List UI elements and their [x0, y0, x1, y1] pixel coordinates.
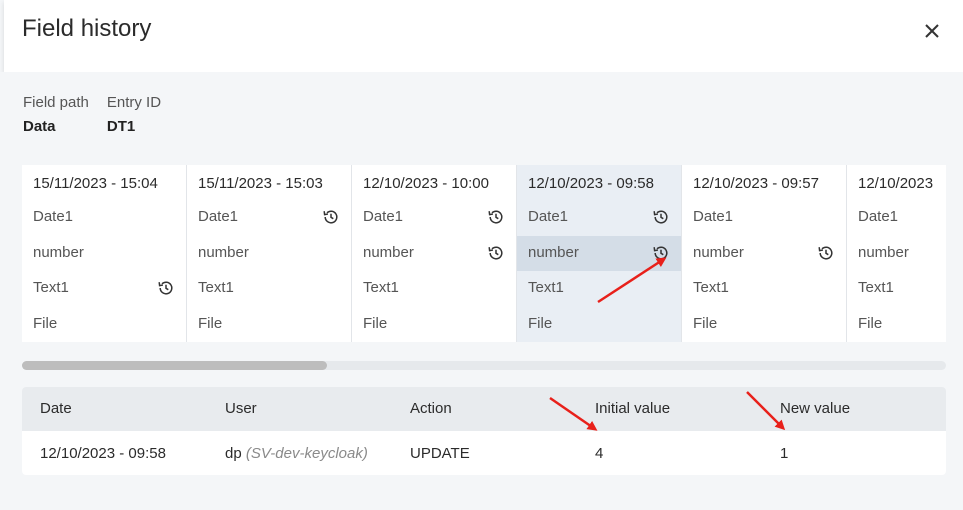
- header-initial-value: Initial value: [595, 400, 671, 417]
- cell-user: dp (SV-dev-keycloak): [225, 445, 368, 462]
- history-timestamp: 15/11/2023 - 15:04: [33, 175, 158, 192]
- history-column[interactable]: 12/10/2023 - 09:58 Date1 number Text1 File: [517, 165, 682, 342]
- entry-id-value: DT1: [106, 118, 136, 135]
- history-field-date1[interactable]: Date1: [517, 200, 681, 235]
- history-field-file[interactable]: File: [847, 307, 946, 342]
- history-icon[interactable]: [652, 208, 670, 226]
- field-name: number: [858, 243, 909, 261]
- header-date: Date: [40, 400, 72, 417]
- entry-id: Entry ID DT1: [107, 94, 161, 135]
- field-name: Text1: [198, 279, 234, 296]
- field-name: Text1: [858, 279, 894, 296]
- cell-action: UPDATE: [410, 445, 470, 462]
- history-icon[interactable]: [487, 208, 505, 226]
- user-system: (SV-dev-keycloak): [245, 445, 368, 462]
- header-new-value: New value: [780, 400, 851, 417]
- history-column[interactable]: 12/10/2023 - 09:57 Date1 number Text1 File: [682, 165, 847, 342]
- cell-new-value: 1: [780, 445, 789, 462]
- change-table: Date User Action Initial value New value…: [22, 387, 946, 475]
- history-field-number[interactable]: number: [187, 236, 351, 271]
- history-field-number[interactable]: number: [352, 236, 516, 271]
- header-action: Action: [410, 400, 452, 417]
- history-timestamp: 12/10/2023 - 09:58: [528, 175, 654, 192]
- history-field-text1[interactable]: Text1: [187, 271, 351, 306]
- header-user: User: [225, 400, 257, 417]
- history-field-text1[interactable]: Text1: [22, 271, 186, 306]
- close-icon[interactable]: [917, 16, 947, 46]
- field-name: File: [33, 314, 58, 332]
- history-column[interactable]: 15/11/2023 - 15:04 Date1 number Text1 File: [22, 165, 187, 342]
- history-field-date1[interactable]: Date1: [352, 200, 516, 235]
- user-name: dp: [225, 445, 242, 462]
- history-column[interactable]: 12/10/2023 Date1 number Text1 File: [847, 165, 946, 342]
- history-icon[interactable]: [157, 279, 175, 297]
- history-field-text1[interactable]: Text1: [352, 271, 516, 306]
- cell-date: 12/10/2023 - 09:58: [40, 445, 166, 462]
- entry-meta: Field path Data Entry ID DT1: [23, 94, 161, 135]
- field-name: number: [33, 243, 84, 261]
- history-field-text1[interactable]: Text1: [682, 271, 846, 306]
- history-timestamp: 12/10/2023 - 10:00: [363, 175, 489, 192]
- table-header: Date User Action Initial value New value: [22, 387, 946, 431]
- field-path-label: Field path: [23, 94, 89, 111]
- field-name: number: [528, 243, 579, 261]
- history-column[interactable]: 12/10/2023 - 10:00 Date1 number Text1 File: [352, 165, 517, 342]
- history-field-file[interactable]: File: [352, 307, 516, 342]
- field-name: Date1: [528, 208, 569, 225]
- history-field-number[interactable]: number: [517, 235, 681, 271]
- history-field-file[interactable]: File: [22, 307, 186, 342]
- history-field-file[interactable]: File: [187, 307, 351, 342]
- field-name: File: [363, 314, 388, 332]
- field-name: Text1: [363, 279, 399, 296]
- scrollbar-thumb[interactable]: [22, 361, 327, 370]
- history-field-number[interactable]: number: [22, 236, 186, 271]
- history-field-file[interactable]: File: [517, 307, 681, 342]
- field-name: Text1: [693, 279, 729, 296]
- history-timestamp: 12/10/2023: [858, 175, 934, 192]
- history-field-text1[interactable]: Text1: [517, 271, 681, 306]
- field-name: File: [528, 314, 553, 332]
- dialog-header: Field history: [4, 0, 963, 72]
- history-field-file[interactable]: File: [682, 307, 846, 342]
- history-field-number[interactable]: number: [682, 236, 846, 271]
- field-name: Date1: [198, 208, 239, 225]
- history-grid: 15/11/2023 - 15:04 Date1 number Text1 File 15…: [22, 165, 946, 342]
- history-field-date1[interactable]: Date1: [187, 200, 351, 235]
- history-field-date1[interactable]: Date1: [22, 200, 186, 235]
- history-icon[interactable]: [487, 244, 505, 262]
- field-name: Text1: [528, 279, 564, 296]
- field-name: File: [693, 314, 718, 332]
- field-name: number: [363, 243, 414, 261]
- history-timestamp: 15/11/2023 - 15:03: [198, 175, 323, 192]
- field-name: Text1: [33, 279, 69, 296]
- field-name: Date1: [33, 208, 74, 225]
- history-field-number[interactable]: number: [847, 236, 946, 271]
- field-name: number: [198, 243, 249, 261]
- history-field-date1[interactable]: Date1: [847, 200, 946, 235]
- field-name: number: [693, 243, 744, 261]
- horizontal-scrollbar[interactable]: [22, 361, 946, 370]
- field-name: Date1: [693, 208, 734, 225]
- field-name: Date1: [858, 208, 899, 225]
- history-column[interactable]: 15/11/2023 - 15:03 Date1 number Text1 File: [187, 165, 352, 342]
- field-name: File: [198, 314, 223, 332]
- history-icon[interactable]: [817, 244, 835, 262]
- history-field-date1[interactable]: Date1: [682, 200, 846, 235]
- entry-id-label: Entry ID: [106, 94, 162, 111]
- dialog-title: Field history: [22, 15, 152, 42]
- field-path-value: Data: [23, 118, 56, 135]
- field-name: Date1: [363, 208, 404, 225]
- dialog-body: Field path Data Entry ID DT1 15/11/2023 …: [0, 72, 963, 510]
- history-timestamp: 12/10/2023 - 09:57: [693, 175, 819, 192]
- cell-initial-value: 4: [595, 445, 604, 462]
- field-path: Field path Data: [23, 94, 89, 135]
- history-icon[interactable]: [652, 244, 670, 262]
- history-icon[interactable]: [322, 208, 340, 226]
- field-name: File: [858, 314, 883, 332]
- history-field-text1[interactable]: Text1: [847, 271, 946, 306]
